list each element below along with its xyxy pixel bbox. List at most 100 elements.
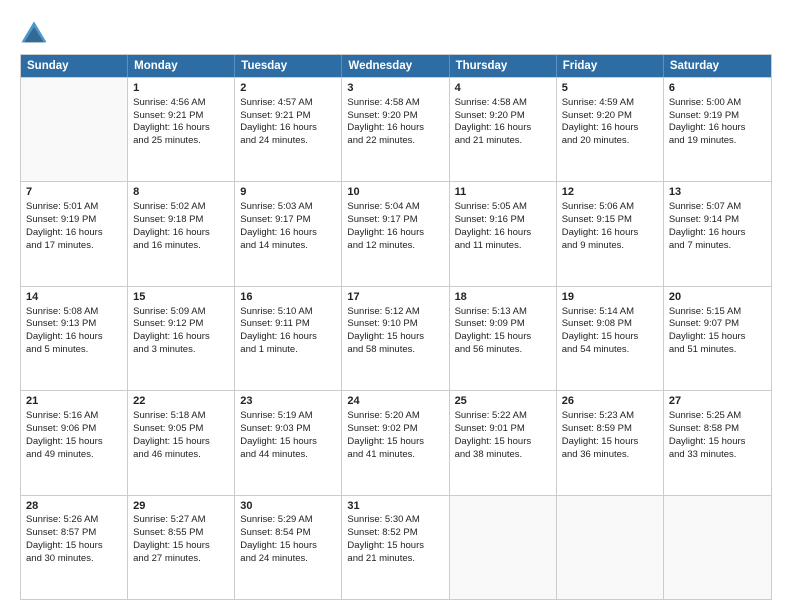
day-number: 6 [669,81,766,96]
week-row-4: 21 Sunrise: 5:16 AM Sunset: 9:06 PM Dayl… [21,390,771,494]
day-cell-26: 26 Sunrise: 5:23 AM Sunset: 8:59 PM Dayl… [557,391,664,494]
sunset-text: Sunset: 8:54 PM [240,527,336,540]
day-cell-8: 8 Sunrise: 5:02 AM Sunset: 9:18 PM Dayli… [128,182,235,285]
sunset-text: Sunset: 9:14 PM [669,214,766,227]
daylight-text: Daylight: 15 hours [562,331,658,344]
sunset-text: Sunset: 9:16 PM [455,214,551,227]
sunrise-text: Sunrise: 5:22 AM [455,410,551,423]
daylight-text2: and 7 minutes. [669,240,766,253]
sunrise-text: Sunrise: 4:58 AM [347,97,443,110]
daylight-text: Daylight: 15 hours [669,331,766,344]
day-number: 12 [562,185,658,200]
day-cell-5: 5 Sunrise: 4:59 AM Sunset: 9:20 PM Dayli… [557,78,664,181]
page: SundayMondayTuesdayWednesdayThursdayFrid… [0,0,792,612]
day-cell-7: 7 Sunrise: 5:01 AM Sunset: 9:19 PM Dayli… [21,182,128,285]
day-number: 8 [133,185,229,200]
daylight-text: Daylight: 16 hours [455,122,551,135]
daylight-text2: and 22 minutes. [347,135,443,148]
day-number: 29 [133,499,229,514]
calendar-header: SundayMondayTuesdayWednesdayThursdayFrid… [21,55,771,77]
day-cell-13: 13 Sunrise: 5:07 AM Sunset: 9:14 PM Dayl… [664,182,771,285]
sunrise-text: Sunrise: 5:23 AM [562,410,658,423]
calendar-body: 1 Sunrise: 4:56 AM Sunset: 9:21 PM Dayli… [21,77,771,599]
day-cell-29: 29 Sunrise: 5:27 AM Sunset: 8:55 PM Dayl… [128,496,235,599]
daylight-text2: and 54 minutes. [562,344,658,357]
day-cell-31: 31 Sunrise: 5:30 AM Sunset: 8:52 PM Dayl… [342,496,449,599]
sunrise-text: Sunrise: 5:13 AM [455,306,551,319]
daylight-text: Daylight: 16 hours [669,122,766,135]
sunset-text: Sunset: 9:20 PM [455,110,551,123]
day-cell-30: 30 Sunrise: 5:29 AM Sunset: 8:54 PM Dayl… [235,496,342,599]
sunrise-text: Sunrise: 5:14 AM [562,306,658,319]
sunset-text: Sunset: 8:57 PM [26,527,122,540]
day-number: 19 [562,290,658,305]
daylight-text2: and 46 minutes. [133,449,229,462]
sunset-text: Sunset: 9:05 PM [133,423,229,436]
sunrise-text: Sunrise: 5:15 AM [669,306,766,319]
empty-cell-4-4 [450,496,557,599]
daylight-text: Daylight: 15 hours [347,540,443,553]
sunrise-text: Sunrise: 5:29 AM [240,514,336,527]
day-number: 18 [455,290,551,305]
daylight-text: Daylight: 16 hours [133,227,229,240]
daylight-text: Daylight: 15 hours [26,436,122,449]
daylight-text: Daylight: 16 hours [133,331,229,344]
sunset-text: Sunset: 9:07 PM [669,318,766,331]
daylight-text2: and 27 minutes. [133,553,229,566]
sunrise-text: Sunrise: 5:09 AM [133,306,229,319]
daylight-text: Daylight: 15 hours [240,436,336,449]
daylight-text2: and 1 minute. [240,344,336,357]
header-day-tuesday: Tuesday [235,55,342,77]
day-number: 22 [133,394,229,409]
sunrise-text: Sunrise: 4:56 AM [133,97,229,110]
header-day-monday: Monday [128,55,235,77]
day-cell-22: 22 Sunrise: 5:18 AM Sunset: 9:05 PM Dayl… [128,391,235,494]
sunrise-text: Sunrise: 4:59 AM [562,97,658,110]
daylight-text2: and 56 minutes. [455,344,551,357]
day-number: 2 [240,81,336,96]
sunrise-text: Sunrise: 5:19 AM [240,410,336,423]
day-cell-1: 1 Sunrise: 4:56 AM Sunset: 9:21 PM Dayli… [128,78,235,181]
sunset-text: Sunset: 8:58 PM [669,423,766,436]
sunset-text: Sunset: 9:17 PM [347,214,443,227]
sunset-text: Sunset: 9:20 PM [347,110,443,123]
sunset-text: Sunset: 9:06 PM [26,423,122,436]
daylight-text: Daylight: 16 hours [347,227,443,240]
day-number: 26 [562,394,658,409]
daylight-text: Daylight: 15 hours [562,436,658,449]
sunrise-text: Sunrise: 5:12 AM [347,306,443,319]
day-cell-4: 4 Sunrise: 4:58 AM Sunset: 9:20 PM Dayli… [450,78,557,181]
week-row-1: 1 Sunrise: 4:56 AM Sunset: 9:21 PM Dayli… [21,77,771,181]
daylight-text: Daylight: 16 hours [240,227,336,240]
daylight-text: Daylight: 15 hours [26,540,122,553]
week-row-2: 7 Sunrise: 5:01 AM Sunset: 9:19 PM Dayli… [21,181,771,285]
daylight-text2: and 12 minutes. [347,240,443,253]
sunset-text: Sunset: 9:01 PM [455,423,551,436]
day-number: 31 [347,499,443,514]
day-cell-21: 21 Sunrise: 5:16 AM Sunset: 9:06 PM Dayl… [21,391,128,494]
day-cell-6: 6 Sunrise: 5:00 AM Sunset: 9:19 PM Dayli… [664,78,771,181]
day-cell-17: 17 Sunrise: 5:12 AM Sunset: 9:10 PM Dayl… [342,287,449,390]
daylight-text: Daylight: 16 hours [133,122,229,135]
day-cell-15: 15 Sunrise: 5:09 AM Sunset: 9:12 PM Dayl… [128,287,235,390]
header-day-friday: Friday [557,55,664,77]
sunset-text: Sunset: 8:52 PM [347,527,443,540]
daylight-text2: and 30 minutes. [26,553,122,566]
sunset-text: Sunset: 9:18 PM [133,214,229,227]
daylight-text: Daylight: 15 hours [347,331,443,344]
day-cell-14: 14 Sunrise: 5:08 AM Sunset: 9:13 PM Dayl… [21,287,128,390]
sunrise-text: Sunrise: 5:04 AM [347,201,443,214]
day-number: 11 [455,185,551,200]
header-day-wednesday: Wednesday [342,55,449,77]
sunrise-text: Sunrise: 5:10 AM [240,306,336,319]
day-number: 17 [347,290,443,305]
sunset-text: Sunset: 9:11 PM [240,318,336,331]
header [20,16,772,48]
daylight-text2: and 11 minutes. [455,240,551,253]
sunrise-text: Sunrise: 5:03 AM [240,201,336,214]
empty-cell-0-0 [21,78,128,181]
day-number: 25 [455,394,551,409]
daylight-text2: and 24 minutes. [240,553,336,566]
day-number: 14 [26,290,122,305]
header-day-saturday: Saturday [664,55,771,77]
